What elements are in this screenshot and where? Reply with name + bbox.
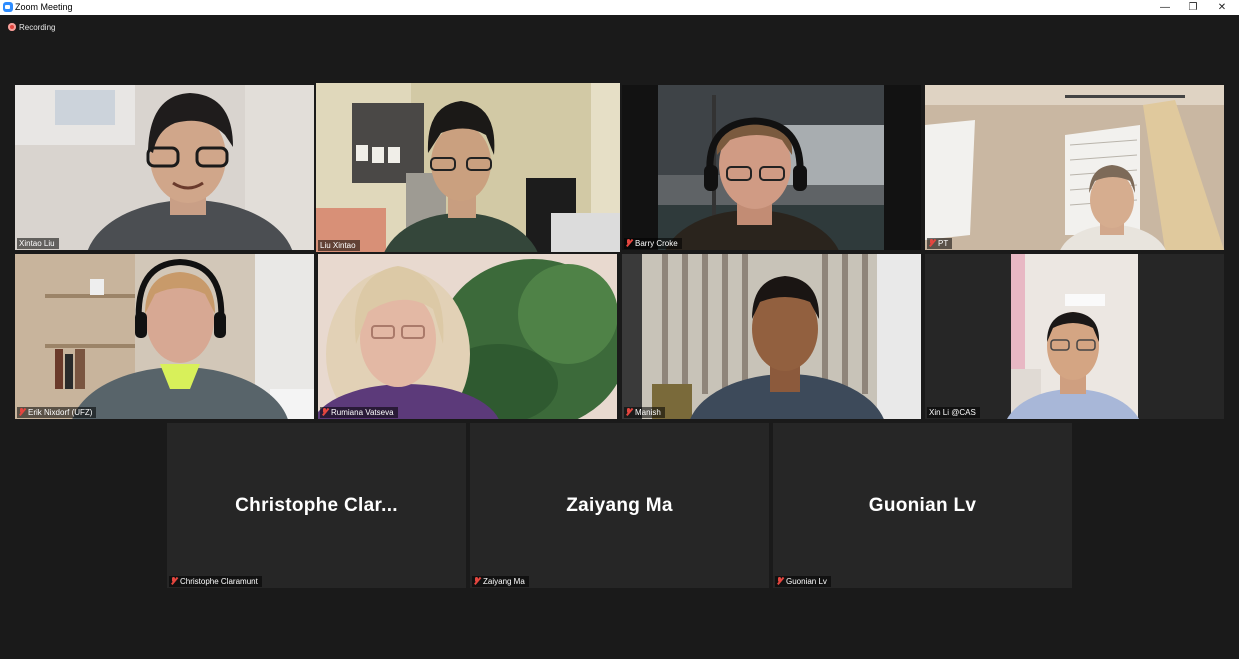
video-tile-rumiana-vatseva[interactable]: Rumiana Vatseva <box>318 254 617 419</box>
participant-name: Manish <box>624 407 665 418</box>
participant-name: Zaiyang Ma <box>472 576 529 587</box>
participant-name: Erik Nixdorf (UFZ) <box>17 407 97 418</box>
mic-muted-icon <box>19 408 25 416</box>
participant-name: Rumiana Vatseva <box>320 407 398 418</box>
tile-christophe-claramunt[interactable]: Christophe Clar... Christophe Claramunt <box>167 423 466 588</box>
participant-display-name: Zaiyang Ma <box>566 494 673 516</box>
video-feed <box>15 85 314 250</box>
title-bar: Zoom Meeting — ❐ ✕ <box>0 0 1239 15</box>
video-feed <box>318 254 617 419</box>
participant-name: Liu Xintao <box>318 240 360 251</box>
participant-name: Barry Croke <box>624 238 682 249</box>
video-tile-barry-croke[interactable]: Barry Croke <box>622 85 921 250</box>
minimize-button[interactable]: — <box>1150 0 1180 15</box>
video-feed <box>925 254 1224 419</box>
video-tile-pt[interactable]: PT <box>925 85 1224 250</box>
window-title: Zoom Meeting <box>15 2 73 12</box>
video-tile-manish[interactable]: Manish <box>622 254 921 419</box>
participant-name: Guonian Lv <box>775 576 831 587</box>
video-tile-erik-nixdorf[interactable]: Erik Nixdorf (UFZ) <box>15 254 314 419</box>
mic-muted-icon <box>322 408 328 416</box>
participant-display-name: Guonian Lv <box>868 494 977 516</box>
close-button[interactable]: ✕ <box>1207 0 1237 15</box>
restore-button[interactable]: ❐ <box>1178 0 1208 15</box>
recording-label: Recording <box>19 23 56 32</box>
mic-muted-icon <box>929 239 935 247</box>
video-feed <box>316 83 620 252</box>
video-feed <box>622 85 921 250</box>
video-feed <box>15 254 314 419</box>
mic-muted-icon <box>626 408 632 416</box>
mic-muted-icon <box>474 577 480 585</box>
participant-name: Xin Li @CAS <box>927 407 980 418</box>
tile-guonian-lv[interactable]: Guonian Lv Guonian Lv <box>773 423 1072 588</box>
zoom-app-icon <box>3 2 13 12</box>
participant-name: Christophe Claramunt <box>169 576 262 587</box>
recording-indicator[interactable]: Recording <box>8 22 55 34</box>
video-tile-xin-li[interactable]: Xin Li @CAS <box>925 254 1224 419</box>
record-icon <box>8 23 16 31</box>
mic-muted-icon <box>171 577 177 585</box>
mic-muted-icon <box>626 239 632 247</box>
mic-muted-icon <box>777 577 783 585</box>
video-feed <box>622 254 921 419</box>
participant-name: Xintao Liu <box>17 238 59 249</box>
video-tile-liu-xintao[interactable]: Liu Xintao <box>316 83 620 252</box>
participant-display-name: Christophe Clar... <box>235 494 398 516</box>
video-feed <box>925 85 1224 250</box>
tile-zaiyang-ma[interactable]: Zaiyang Ma Zaiyang Ma <box>470 423 769 588</box>
participant-name: PT <box>927 238 953 249</box>
video-tile-xintao-liu[interactable]: Xintao Liu <box>15 85 314 250</box>
